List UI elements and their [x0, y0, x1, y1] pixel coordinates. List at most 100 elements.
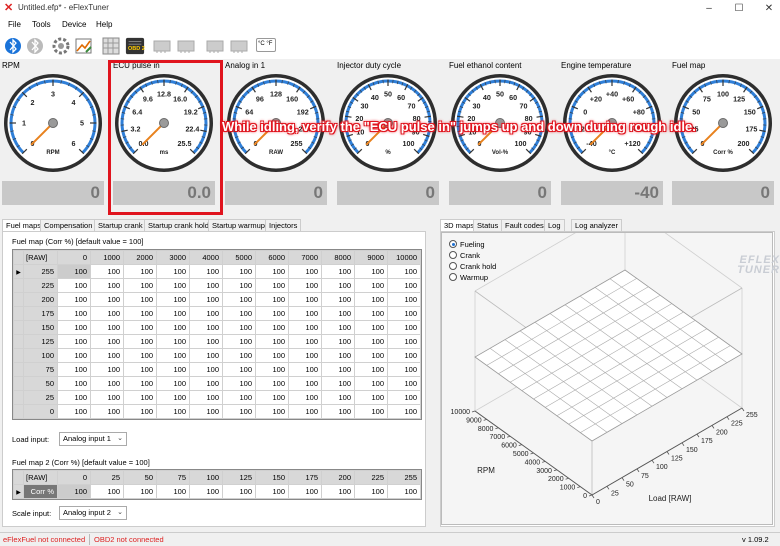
fuel-map2-col-header[interactable]: 75 [156, 470, 190, 485]
3d-map-view[interactable]: 0 25 50 75 100 125 150 175 200 225 255 0 1000 2000 300… [441, 203, 773, 525]
fuel-map2-cell[interactable]: 100 [57, 484, 91, 499]
fuel-map-cell[interactable]: 100 [222, 292, 256, 307]
fuel-map2-col-header[interactable]: 200 [321, 470, 355, 485]
fuel-map-cell[interactable]: 100 [255, 278, 289, 293]
fuel-map-cell[interactable]: 100 [156, 264, 190, 279]
fuel-map-cell[interactable]: 100 [156, 306, 190, 321]
ram-read-button[interactable] [152, 36, 172, 56]
scale-input-select[interactable]: Analog input 2 ⌄ [59, 506, 127, 520]
fuel-map-cell[interactable]: 100 [255, 264, 289, 279]
fuel-map-cell[interactable]: 100 [354, 390, 388, 405]
fuel-map-row-header[interactable]: 0 [23, 404, 58, 419]
fuel-map2-row-header[interactable]: Corr % [23, 484, 58, 499]
fuel-map-cell[interactable]: 100 [57, 306, 91, 321]
monitor-button[interactable] [101, 36, 121, 56]
fuel-map-cell[interactable]: 100 [321, 376, 355, 391]
fuel-map2-cell[interactable]: 100 [189, 484, 223, 499]
fuel-map-cell[interactable]: 100 [57, 292, 91, 307]
fuel-map-cell[interactable]: 100 [288, 264, 322, 279]
fuel-map-cell[interactable]: 100 [387, 306, 421, 321]
fuel-map-cell[interactable]: 100 [57, 348, 91, 363]
fuel-map-col-header[interactable]: 2000 [123, 250, 157, 265]
fuel-map-row-header[interactable]: 50 [23, 376, 58, 391]
fuel-map-row-header[interactable]: 25 [23, 390, 58, 405]
fuel-map-cell[interactable]: 100 [156, 348, 190, 363]
radio-warmup[interactable]: Warmup [449, 273, 488, 282]
fuel-map-cell[interactable]: 100 [387, 376, 421, 391]
fuel-map-col-header[interactable]: 5000 [222, 250, 256, 265]
fuel-map-col-header[interactable]: 9000 [354, 250, 388, 265]
fuel-map-cell[interactable]: 100 [288, 348, 322, 363]
fuel-map-cell[interactable]: 100 [189, 334, 223, 349]
fuel-map-col-header[interactable]: 0 [57, 250, 91, 265]
fuel-map-cell[interactable]: 100 [156, 278, 190, 293]
fuel-map-cell[interactable]: 100 [123, 306, 157, 321]
fuel-map-cell[interactable]: 100 [90, 306, 124, 321]
fuel-map2-cell[interactable]: 100 [255, 484, 289, 499]
eprom-write-button[interactable] [229, 36, 249, 56]
fuel-map-cell[interactable]: 100 [90, 320, 124, 335]
fuel-map-cell[interactable]: 100 [222, 362, 256, 377]
menu-device[interactable]: Device [62, 20, 86, 29]
maximize-button[interactable]: ☐ [722, 0, 756, 18]
fuel-map2-cell[interactable]: 100 [156, 484, 190, 499]
fuel-map-cell[interactable]: 100 [57, 376, 91, 391]
fuel-map-cell[interactable]: 100 [189, 292, 223, 307]
fuel-map-cell[interactable]: 100 [123, 390, 157, 405]
fuel-map-cell[interactable]: 100 [90, 334, 124, 349]
fuel-map-cell[interactable]: 100 [156, 376, 190, 391]
fuel-map-cell[interactable]: 100 [255, 376, 289, 391]
fuel-map-cell[interactable]: 100 [288, 334, 322, 349]
fuel-map-cell[interactable]: 100 [387, 264, 421, 279]
fuel-map-cell[interactable]: 100 [288, 404, 322, 419]
units-toggle[interactable]: °C °F [256, 38, 276, 52]
fuel-map-row-header[interactable]: 100 [23, 348, 58, 363]
fuel-map-cell[interactable]: 100 [354, 362, 388, 377]
fuel-map-cell[interactable]: 100 [189, 278, 223, 293]
fuel-map-cell[interactable]: 100 [90, 362, 124, 377]
fuel-map-cell[interactable]: 100 [222, 320, 256, 335]
fuel-map-cell[interactable]: 100 [288, 278, 322, 293]
bluetooth-button[interactable] [3, 36, 23, 56]
settings-button[interactable] [51, 36, 71, 56]
fuel-map-cell[interactable]: 100 [123, 278, 157, 293]
fuel-map2-col-header[interactable]: 225 [354, 470, 388, 485]
minimize-button[interactable]: – [692, 0, 726, 18]
fuel-map-cell[interactable]: 100 [123, 334, 157, 349]
fuel-map-row-header[interactable]: 255 [23, 264, 58, 279]
fuel-map2-cell[interactable]: 100 [288, 484, 322, 499]
fuel-map-cell[interactable]: 100 [57, 278, 91, 293]
fuel-map-cell[interactable]: 100 [90, 292, 124, 307]
fuel-map-cell[interactable]: 100 [354, 306, 388, 321]
fuel-map-cell[interactable]: 100 [255, 306, 289, 321]
fuel-map-cell[interactable]: 100 [321, 362, 355, 377]
fuel-map-cell[interactable]: 100 [222, 334, 256, 349]
fuel-map2-cell[interactable]: 100 [354, 484, 388, 499]
fuel-map-col-header[interactable]: 3000 [156, 250, 190, 265]
fuel-map-row-header[interactable]: 225 [23, 278, 58, 293]
fuel-map-cell[interactable]: 100 [156, 390, 190, 405]
fuel-map2-cell[interactable]: 100 [387, 484, 421, 499]
fuel-map-cell[interactable]: 100 [288, 292, 322, 307]
radio-crank[interactable]: Crank [449, 251, 480, 260]
fuel-map-cell[interactable]: 100 [90, 404, 124, 419]
fuel-map-cell[interactable]: 100 [288, 390, 322, 405]
fuel-map-cell[interactable]: 100 [156, 320, 190, 335]
fuel-map2-cell[interactable]: 100 [222, 484, 256, 499]
fuel-map-cell[interactable]: 100 [288, 306, 322, 321]
fuel-map-cell[interactable]: 100 [354, 348, 388, 363]
obd2-button[interactable]: OBD 2 [125, 36, 147, 56]
fuel-map-cell[interactable]: 100 [255, 404, 289, 419]
fuel-map-cell[interactable]: 100 [123, 376, 157, 391]
fuel-map-cell[interactable]: 100 [321, 292, 355, 307]
fuel-map-col-header[interactable]: 7000 [288, 250, 322, 265]
menu-help[interactable]: Help [96, 20, 112, 29]
fuel-map-cell[interactable]: 100 [57, 264, 91, 279]
fuel-map-col-header[interactable]: 8000 [321, 250, 355, 265]
fuel-map-cell[interactable]: 100 [288, 320, 322, 335]
fuel-map-cell[interactable]: 100 [90, 278, 124, 293]
fuel-map-cell[interactable]: 100 [90, 390, 124, 405]
fuel-map-cell[interactable]: 100 [189, 264, 223, 279]
fuel-map2-col-header[interactable]: 175 [288, 470, 322, 485]
fuel-map-cell[interactable]: 100 [90, 264, 124, 279]
